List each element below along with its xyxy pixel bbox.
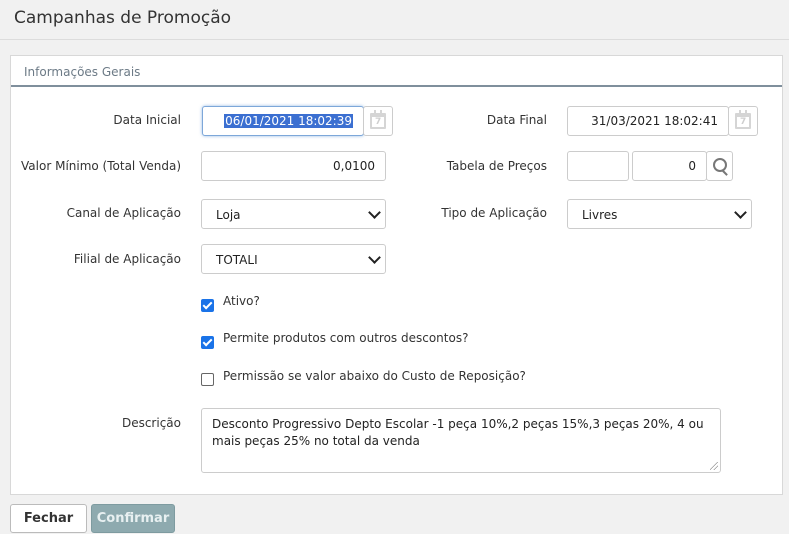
filial-aplicacao-label: Filial de Aplicação <box>73 252 181 266</box>
descricao-value: Desconto Progressivo Depto Escolar -1 pe… <box>212 417 704 448</box>
tabela-precos-search-button[interactable] <box>706 151 733 181</box>
resize-grip-icon[interactable] <box>710 462 718 470</box>
tipo-aplicacao-label: Tipo de Aplicação <box>441 206 547 220</box>
permite-descontos-label: Permite produtos com outros descontos? <box>223 331 469 345</box>
valor-minimo-input[interactable]: 0,0100 <box>201 151 386 181</box>
data-inicial-calendar-button[interactable]: 7 <box>363 106 393 136</box>
panel-heading: Informações Gerais <box>24 65 141 79</box>
calendar-icon: 7 <box>370 110 386 129</box>
panel-header: Informações Gerais <box>11 56 782 87</box>
general-info-panel: Informações Gerais Data Inicial 06/01/20… <box>10 55 783 495</box>
calendar-icon: 7 <box>735 110 751 129</box>
tipo-aplicacao-select[interactable]: Livres <box>567 199 752 229</box>
page-title: Campanhas de Promoção <box>14 8 232 28</box>
header-divider <box>0 39 789 40</box>
filial-aplicacao-select[interactable]: TOTALI <box>201 244 386 274</box>
confirmar-button[interactable]: Confirmar <box>91 504 175 533</box>
tabela-precos-label: Tabela de Preços <box>446 159 547 173</box>
data-final-calendar-button[interactable]: 7 <box>728 106 758 136</box>
chevron-down-icon <box>734 206 747 219</box>
data-inicial-label: Data Inicial <box>113 113 181 127</box>
ativo-label: Ativo? <box>223 294 260 308</box>
filial-aplicacao-value: TOTALI <box>216 253 258 267</box>
descricao-label: Descrição <box>121 416 181 430</box>
tabela-precos-code-input[interactable] <box>567 151 629 181</box>
descricao-textarea[interactable]: Desconto Progressivo Depto Escolar -1 pe… <box>201 408 721 473</box>
data-final-label: Data Final <box>486 113 547 127</box>
tabela-precos-input[interactable]: 0 <box>632 151 707 181</box>
data-final-value: 31/03/2021 18:02:41 <box>591 114 718 128</box>
data-inicial-input[interactable]: 06/01/2021 18:02:39 <box>202 106 364 136</box>
valor-minimo-label: Valor Mínimo (Total Venda) <box>21 159 181 173</box>
chevron-down-icon <box>368 206 381 219</box>
chevron-down-icon <box>368 251 381 264</box>
fechar-button[interactable]: Fechar <box>10 504 87 533</box>
canal-aplicacao-label: Canal de Aplicação <box>66 206 181 220</box>
canal-aplicacao-value: Loja <box>216 208 241 222</box>
permissao-custo-label: Permissão se valor abaixo do Custo de Re… <box>223 369 526 383</box>
valor-minimo-value: 0,0100 <box>333 159 375 173</box>
canal-aplicacao-select[interactable]: Loja <box>201 199 386 229</box>
data-inicial-value: 06/01/2021 18:02:39 <box>224 114 353 128</box>
data-final-input[interactable]: 31/03/2021 18:02:41 <box>567 106 729 136</box>
tipo-aplicacao-value: Livres <box>582 208 618 222</box>
permissao-custo-checkbox[interactable] <box>201 373 214 386</box>
search-icon <box>713 158 727 172</box>
ativo-checkbox[interactable] <box>201 299 214 312</box>
tabela-precos-value: 0 <box>688 159 696 173</box>
permite-descontos-checkbox[interactable] <box>201 336 214 349</box>
